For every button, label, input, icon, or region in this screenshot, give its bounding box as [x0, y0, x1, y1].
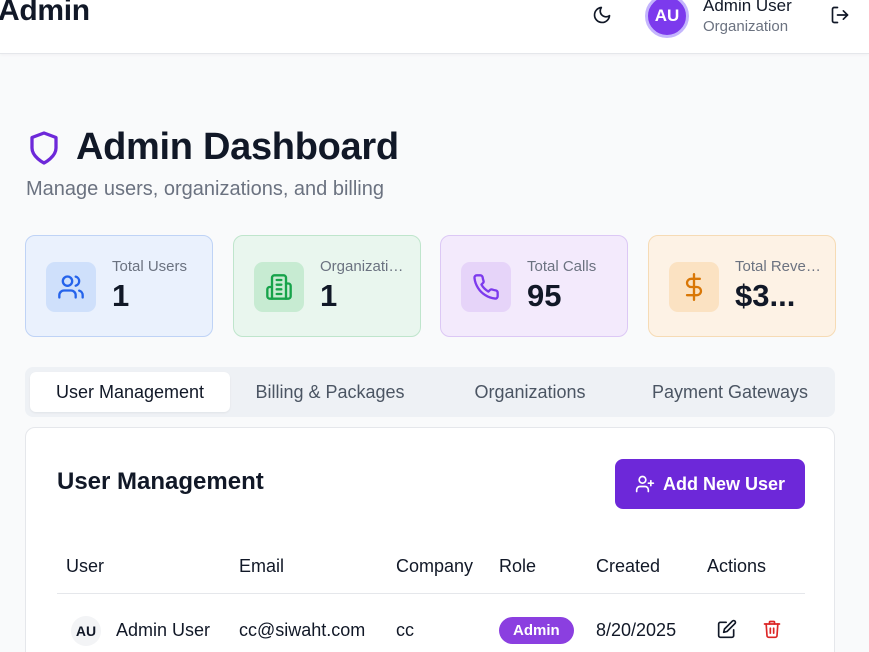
column-header-created: Created	[596, 556, 661, 576]
stat-card-total-users: Total Users 1	[25, 235, 213, 337]
user-name-cell: Admin User	[116, 620, 211, 640]
user-name: Admin User	[703, 0, 792, 15]
stat-card-organizations: Organizations 1	[233, 235, 421, 337]
column-header-role: Role	[499, 556, 537, 576]
column-header-email: Email	[239, 556, 285, 576]
tab-payment-gateways[interactable]: Payment Gateways	[630, 372, 830, 412]
tab-billing-packages[interactable]: Billing & Packages	[230, 372, 430, 412]
shield-icon	[30, 130, 58, 165]
logout-button[interactable]	[826, 1, 854, 29]
stat-value: 95	[527, 278, 562, 313]
stat-value: 1	[320, 278, 338, 313]
page-header: Admin Dashboard	[26, 126, 399, 169]
stat-value: $3...	[735, 278, 796, 313]
trash-icon	[763, 620, 781, 639]
panel-title: User Management	[57, 468, 264, 495]
edit-user-button[interactable]	[716, 618, 738, 640]
user-management-panel: User Management Add New User User Email …	[25, 427, 835, 652]
user-avatar: AU	[71, 616, 101, 646]
tab-list: User Management Billing & Packages Organ…	[25, 367, 835, 417]
stat-label: Organizations	[320, 258, 410, 275]
role-badge: Admin	[499, 617, 574, 644]
column-header-company: Company	[396, 556, 474, 576]
add-user-label: Add New User	[662, 473, 786, 494]
brand-title: Admin	[0, 0, 90, 27]
phone-icon	[461, 262, 511, 312]
page-title: Admin Dashboard	[76, 126, 399, 168]
delete-user-button[interactable]	[761, 618, 783, 640]
column-header-user: User	[66, 556, 105, 576]
created-cell: 8/20/2025	[596, 620, 677, 640]
dollar-icon	[669, 262, 719, 312]
stat-label: Total Revenue	[735, 258, 825, 275]
email-cell: cc@siwaht.com	[239, 620, 366, 640]
stat-card-total-calls: Total Calls 95	[440, 235, 628, 337]
stat-value: 1	[112, 278, 130, 313]
tab-user-management[interactable]: User Management	[30, 372, 230, 412]
avatar[interactable]: AU	[645, 0, 689, 38]
stat-card-total-revenue: Total Revenue $3...	[648, 235, 836, 337]
logout-icon	[831, 6, 849, 24]
building-icon	[254, 262, 304, 312]
column-header-actions: Actions	[707, 556, 767, 576]
page-subtitle: Manage users, organizations, and billing	[26, 178, 384, 200]
user-organization: Organization	[703, 18, 789, 35]
stat-label: Total Calls	[527, 258, 597, 275]
theme-toggle-button[interactable]	[588, 1, 616, 29]
header-divider	[57, 593, 805, 594]
stat-label: Total Users	[112, 258, 188, 275]
tab-organizations[interactable]: Organizations	[430, 372, 630, 412]
top-bar: Admin AU Admin User Organization	[0, 0, 869, 54]
users-icon	[46, 262, 96, 312]
user-plus-icon	[635, 475, 655, 493]
edit-icon	[717, 619, 737, 639]
company-cell: cc	[396, 620, 414, 640]
moon-icon	[593, 6, 611, 24]
add-user-button[interactable]: Add New User	[615, 459, 805, 509]
